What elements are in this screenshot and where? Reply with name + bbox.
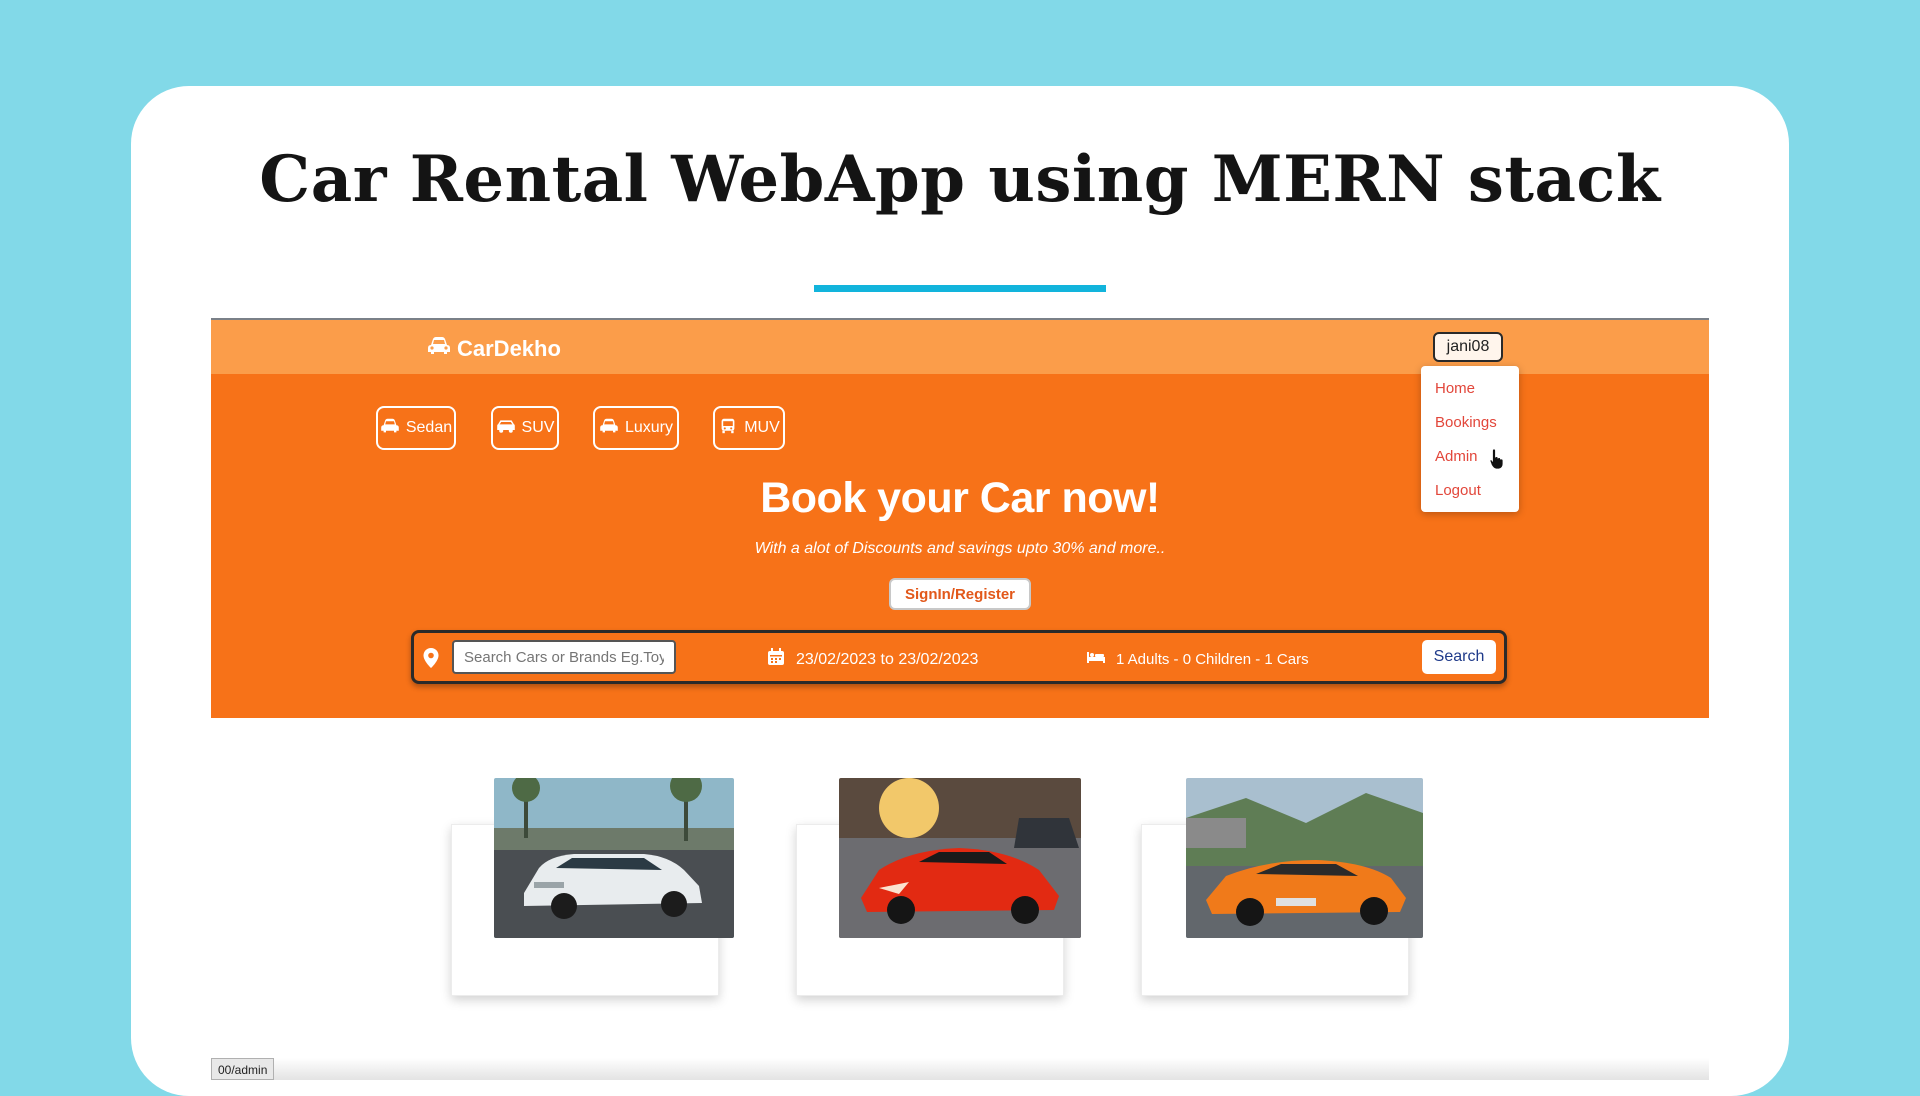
category-muv-button[interactable]: MUV <box>713 406 785 450</box>
signin-register-button[interactable]: SignIn/Register <box>889 578 1031 610</box>
brand-logo[interactable]: CarDekho <box>427 336 561 362</box>
page-bottom <box>211 1058 1709 1080</box>
status-url: 00/admin <box>211 1058 275 1080</box>
menu-item-bookings[interactable]: Bookings <box>1435 414 1497 431</box>
bus-icon <box>718 418 738 439</box>
category-label: Luxury <box>624 419 674 436</box>
category-sedan-button[interactable]: Sedan <box>376 406 456 450</box>
category-luxury-button[interactable]: Luxury <box>593 406 679 450</box>
category-label: MUV <box>744 419 780 436</box>
white-sedan-photo <box>494 778 734 938</box>
hero-subline: With a alot of Discounts and savings upt… <box>754 540 1166 557</box>
category-label: Sedan <box>405 419 453 436</box>
location-pin-icon <box>422 647 440 669</box>
car-icon <box>599 418 619 439</box>
car-icon <box>380 418 400 439</box>
menu-item-home[interactable]: Home <box>1435 380 1475 397</box>
guest-selector[interactable]: 1 Adults - 0 Children - 1 Cars <box>1086 647 1309 671</box>
guest-text: 1 Adults - 0 Children - 1 Cars <box>1116 650 1309 668</box>
app-screenshot: CarDekho jani08 Sedan SUV Luxury MUV Boo… <box>211 318 1709 1080</box>
menu-item-logout[interactable]: Logout <box>1435 482 1481 499</box>
search-bar: 23/02/2023 to 23/02/2023 1 Adults - 0 Ch… <box>411 630 1507 684</box>
user-menu-button[interactable]: jani08 <box>1433 332 1503 362</box>
user-dropdown-menu: Home Bookings Admin Logout <box>1421 366 1519 512</box>
car-icon <box>427 336 451 362</box>
date-range-text: 23/02/2023 to 23/02/2023 <box>796 650 979 668</box>
category-suv-button[interactable]: SUV <box>491 406 559 450</box>
bed-icon <box>1086 647 1106 671</box>
red-sports-car-photo <box>839 778 1081 938</box>
search-button[interactable]: Search <box>1422 640 1496 674</box>
suv-icon <box>496 418 516 439</box>
slide-title: Car Rental WebApp using MERN stack <box>259 142 1661 217</box>
title-underline <box>814 285 1106 292</box>
orange-convertible-photo <box>1186 778 1423 938</box>
hand-cursor-icon <box>1489 448 1505 470</box>
calendar-icon <box>766 647 786 672</box>
search-input[interactable] <box>452 640 676 674</box>
category-label: SUV <box>521 419 555 436</box>
menu-item-admin[interactable]: Admin <box>1435 448 1478 465</box>
date-range[interactable]: 23/02/2023 to 23/02/2023 <box>766 647 978 672</box>
brand-name: CarDekho <box>457 336 561 361</box>
